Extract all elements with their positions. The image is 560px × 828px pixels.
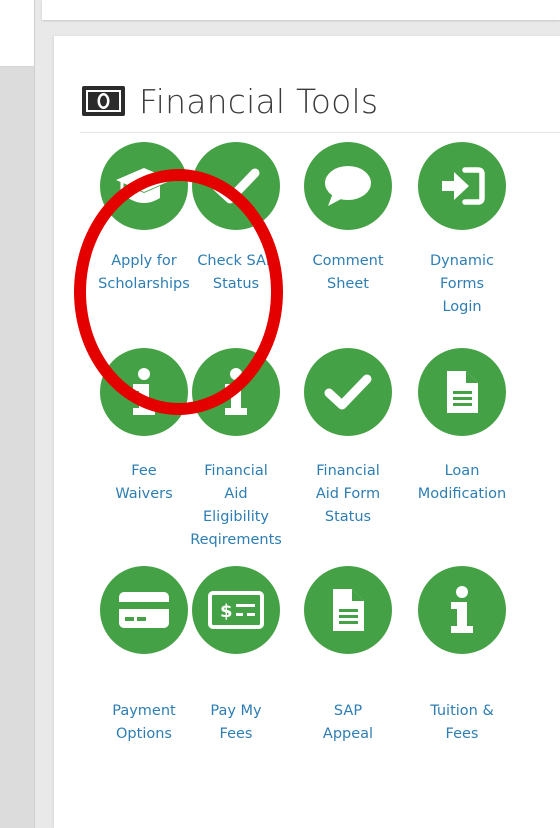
- tool-button-sap-appeal[interactable]: [304, 566, 392, 654]
- tool-label-line: Comment: [312, 253, 384, 269]
- tool-button-check-sap-status[interactable]: [192, 142, 280, 230]
- tool-label-financial-aid-form-status[interactable]: Financial Aid Form Status: [289, 460, 407, 529]
- tool-label-line: SAP: [333, 703, 363, 719]
- tool-label-pay-my-fees[interactable]: Pay My Fees: [177, 700, 295, 746]
- tool-label-line: Aid Form: [315, 486, 381, 502]
- tool-label-line: Fees: [219, 726, 253, 742]
- credit-card-icon: [117, 590, 171, 630]
- panel-header: Financial Tools: [82, 70, 560, 132]
- tool-button-fee-waivers[interactable]: [100, 348, 188, 436]
- tool-label-line: Eligibility: [202, 509, 269, 525]
- tool-button-financial-aid-form-status[interactable]: [304, 348, 392, 436]
- svg-text:$: $: [220, 601, 233, 622]
- info-icon: [221, 367, 251, 417]
- panel-title: Financial Tools: [139, 81, 379, 121]
- tool-label-loan-modification[interactable]: Loan Modification: [403, 460, 521, 506]
- tool-label-line: Login: [442, 299, 482, 315]
- tool-label-sap-appeal[interactable]: SAP Appeal: [289, 700, 407, 746]
- tool-button-dynamic-forms-login[interactable]: [418, 142, 506, 230]
- tool-label-line: Status: [212, 276, 260, 292]
- tool-label-line: Financial: [316, 463, 380, 479]
- tool-button-pay-my-fees[interactable]: $: [192, 566, 280, 654]
- header-divider: [80, 132, 560, 133]
- top-bar: [42, 0, 560, 20]
- sidebar-tab[interactable]: [0, 0, 34, 67]
- sign-in-icon: [438, 165, 486, 207]
- money-bill-icon: [82, 86, 125, 116]
- info-icon: [447, 585, 477, 635]
- tool-button-comment-sheet[interactable]: [304, 142, 392, 230]
- tool-label-line: Sheet: [327, 276, 369, 292]
- check-icon: [212, 166, 260, 206]
- tool-label-check-sap-status[interactable]: Check SAP Status: [177, 250, 295, 296]
- tool-label-line: Financial: [204, 463, 268, 479]
- tool-button-financial-aid-eligibility-reqirements[interactable]: [192, 348, 280, 436]
- tool-button-apply-for-scholarships[interactable]: [100, 142, 188, 230]
- tool-label-line: Appeal: [322, 726, 374, 742]
- tool-label-line: Dynamic: [430, 253, 494, 269]
- tool-label-dynamic-forms-login[interactable]: Dynamic Forms Login: [403, 250, 521, 319]
- tool-label-line: Tuition &: [430, 703, 494, 719]
- financial-tools-panel: Financial Tools Apply for Scholarships Che…: [54, 36, 560, 828]
- tool-button-tuition-fees[interactable]: [418, 566, 506, 654]
- check-icon: [324, 372, 372, 412]
- left-sidebar: [0, 0, 35, 828]
- tool-label-line: Loan: [444, 463, 480, 479]
- tool-label-line: Aid: [224, 486, 248, 502]
- tool-button-payment-options[interactable]: [100, 566, 188, 654]
- file-icon: [444, 369, 480, 415]
- money-bill-icon: $: [208, 590, 264, 630]
- tool-label-tuition-fees[interactable]: Tuition & Fees: [403, 700, 521, 746]
- comment-icon: [323, 164, 373, 208]
- tool-label-line: Check SAP: [197, 253, 275, 269]
- file-icon: [330, 587, 366, 633]
- tool-label-line: Status: [324, 509, 372, 525]
- tool-label-line: Modification: [417, 486, 507, 502]
- tool-label-line: Reqirements: [190, 532, 282, 548]
- tool-label-comment-sheet[interactable]: Comment Sheet: [289, 250, 407, 296]
- tool-label-line: Pay My: [210, 703, 262, 719]
- graduation-cap-icon: [114, 164, 174, 208]
- tool-label-line: Fees: [445, 726, 479, 742]
- info-icon: [129, 367, 159, 417]
- tool-button-loan-modification[interactable]: [418, 348, 506, 436]
- tool-label-financial-aid-eligibility-reqirements[interactable]: Financial Aid Eligibility Reqirements: [177, 460, 295, 552]
- tool-label-line: Forms: [439, 276, 485, 292]
